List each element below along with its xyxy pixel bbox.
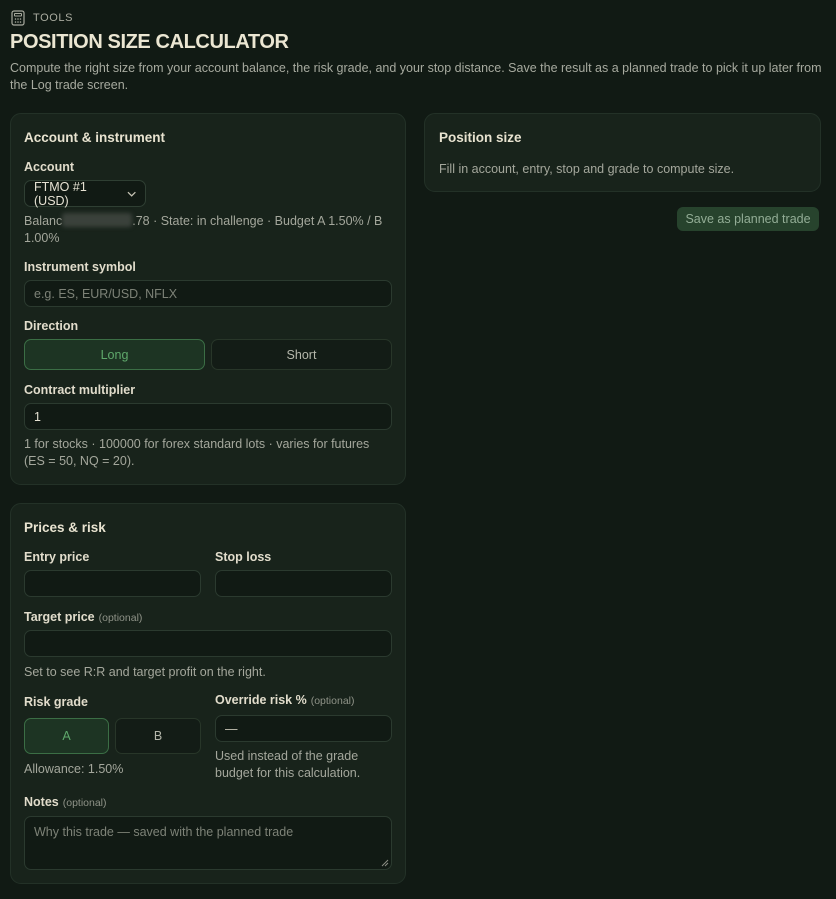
grade-a-button[interactable]: A <box>24 718 109 754</box>
position-size-message: Fill in account, entry, stop and grade t… <box>439 162 735 176</box>
symbol-label: Instrument symbol <box>24 260 136 274</box>
page-description: Compute the right size from your account… <box>10 61 822 92</box>
allowance-text: Allowance: 1.50% <box>24 762 124 776</box>
symbol-placeholder: e.g. ES, EUR/USD, NFLX <box>34 286 178 301</box>
optional-tag: (optional) <box>310 695 355 707</box>
account-select-value: FTMO #1 (USD) <box>34 179 87 208</box>
prices-risk-card: Prices & risk Entry price Stop loss Targ… <box>10 503 406 884</box>
target-help: Set to see R:R and target profit on the … <box>24 665 266 679</box>
override-risk-label-text: Override risk % <box>215 693 307 707</box>
notes-label: Notes (optional) <box>24 795 107 809</box>
account-label: Account <box>24 160 74 174</box>
risk-grade-label: Risk grade <box>24 695 88 709</box>
override-help: Used instead of the grade budget for thi… <box>215 749 361 780</box>
direction-label: Direction <box>24 319 79 333</box>
multiplier-value: 1 <box>34 409 41 424</box>
redacted-balance <box>62 213 133 227</box>
stop-loss-label: Stop loss <box>215 550 272 564</box>
override-risk-placeholder: — <box>225 721 238 736</box>
grade-b-button[interactable]: B <box>115 718 201 754</box>
account-select[interactable]: FTMO #1 (USD) <box>24 179 146 208</box>
multiplier-input[interactable]: 1 <box>24 403 392 430</box>
balance-info: Balanc .78 · State: in challenge · Budget… <box>24 213 386 247</box>
card-title: Account & instrument <box>24 130 166 145</box>
notes-placeholder: Why this trade — saved with the planned … <box>34 825 294 839</box>
multiplier-help: 1 for stocks · 100000 for forex standard… <box>24 437 370 468</box>
target-price-label: Target price (optional) <box>24 610 142 624</box>
target-price-label-text: Target price <box>24 610 95 624</box>
notes-textarea[interactable]: Why this trade — saved with the planned … <box>24 816 392 870</box>
multiplier-label: Contract multiplier <box>24 383 136 397</box>
symbol-input[interactable]: e.g. ES, EUR/USD, NFLX <box>24 280 392 307</box>
calculator-icon <box>11 10 25 26</box>
notes-label-text: Notes <box>24 795 59 809</box>
optional-tag: (optional) <box>62 797 107 809</box>
save-planned-trade-button[interactable]: Save as planned trade <box>677 207 819 231</box>
card-title: Prices & risk <box>24 520 106 535</box>
card-title: Position size <box>439 130 522 145</box>
section-label: TOOLS <box>33 12 74 24</box>
balance-prefix: Balanc <box>24 214 63 228</box>
entry-price-label: Entry price <box>24 550 90 564</box>
position-size-card: Position size Fill in account, entry, st… <box>424 113 821 192</box>
override-risk-input[interactable]: — <box>215 715 392 742</box>
entry-price-input[interactable] <box>24 570 201 597</box>
chevron-down-icon <box>127 191 136 197</box>
optional-tag: (optional) <box>98 612 143 624</box>
direction-short-button[interactable]: Short <box>211 339 392 370</box>
page-title: POSITION SIZE CALCULATOR <box>10 31 289 53</box>
account-instrument-card: Account & instrument Account FTMO #1 (US… <box>10 113 406 485</box>
target-price-input[interactable] <box>24 630 392 657</box>
section-header: TOOLS <box>11 10 73 26</box>
override-risk-label: Override risk % (optional) <box>215 693 355 707</box>
stop-loss-input[interactable] <box>215 570 392 597</box>
resize-grip-icon[interactable] <box>381 859 389 867</box>
direction-long-button[interactable]: Long <box>24 339 205 370</box>
